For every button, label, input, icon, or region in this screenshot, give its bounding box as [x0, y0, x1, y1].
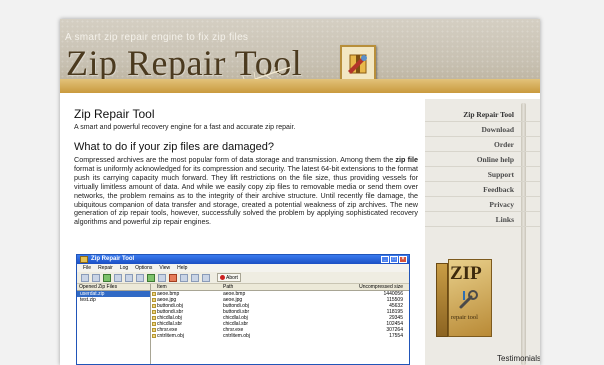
list-icon[interactable]: [125, 273, 133, 282]
cell-item-text: cntrlitem.obj: [157, 333, 184, 339]
product-box-side: [436, 263, 448, 337]
product-box-subtitle: repair tool: [451, 314, 478, 321]
nav-support[interactable]: Support: [425, 167, 540, 182]
file-icon: [152, 316, 156, 320]
opened-file-item[interactable]: test.zip: [77, 297, 150, 303]
app-screenshot-window: Zip Repair Tool _ □ × File Repair Log Op…: [76, 254, 410, 365]
abort-button[interactable]: Abort: [217, 273, 241, 282]
file-icon: [152, 298, 156, 302]
save-icon[interactable]: [92, 273, 100, 282]
abort-icon: [220, 275, 225, 280]
minimize-icon[interactable]: _: [381, 256, 389, 263]
file-icon: [152, 292, 156, 296]
menu-options[interactable]: Options: [135, 264, 152, 272]
add-icon[interactable]: [103, 273, 111, 282]
details-icon[interactable]: [136, 273, 144, 282]
section-heading: What to do if your zip files are damaged…: [74, 141, 274, 153]
menu-help[interactable]: Help: [177, 264, 187, 272]
page-heading: Zip Repair Tool: [74, 107, 155, 121]
opened-files-list: userdat.zip test.zip: [77, 291, 150, 303]
archive-contents-table: Item Path Uncompressed size aeoe.bmp aeoe…: [151, 284, 409, 364]
table-row[interactable]: cntrlitem.obj cntrlitem.obj 17554: [151, 333, 409, 339]
menu-view[interactable]: View: [159, 264, 170, 272]
nav-zip-repair-tool[interactable]: Zip Repair Tool: [425, 107, 540, 122]
body-paragraph: Compressed archives are the most popular…: [74, 155, 418, 227]
opened-files-header: Opened Zip Files: [77, 284, 150, 291]
paragraph-bold-term: zip file: [395, 155, 418, 164]
opened-files-panel: Opened Zip Files userdat.zip test.zip: [77, 284, 151, 364]
cell-item: cntrlitem.obj: [151, 333, 221, 339]
web-page: A smart zip repair engine to fix zip fil…: [60, 19, 540, 365]
sidebar-nav: Zip Repair Tool Download Order Online he…: [425, 99, 540, 227]
file-icon: [152, 310, 156, 314]
menu-file[interactable]: File: [83, 264, 91, 272]
column-header-size[interactable]: Uncompressed size: [291, 284, 409, 290]
properties-icon[interactable]: [114, 273, 122, 282]
wrench-icon: [459, 290, 478, 309]
nav-online-help[interactable]: Online help: [425, 152, 540, 167]
abort-label: Abort: [226, 274, 238, 281]
nav-order[interactable]: Order: [425, 137, 540, 152]
app-icon: [80, 256, 88, 263]
nav-links[interactable]: Links: [425, 212, 540, 227]
repair-icon[interactable]: [147, 273, 155, 282]
nav-download[interactable]: Download: [425, 122, 540, 137]
file-icon: [152, 328, 156, 332]
refresh-icon[interactable]: [158, 273, 166, 282]
app-logo-icon[interactable]: [340, 45, 376, 81]
stop-icon[interactable]: [169, 273, 177, 282]
nav-privacy[interactable]: Privacy: [425, 197, 540, 212]
window-body: Opened Zip Files userdat.zip test.zip Ite…: [77, 284, 409, 364]
header-accent-bar: [60, 79, 540, 93]
column-header-path[interactable]: Path: [221, 284, 291, 290]
product-box-image[interactable]: ZIP repair tool: [436, 259, 492, 337]
window-titlebar: Zip Repair Tool _ □ ×: [77, 255, 409, 264]
table-header-row: Item Path Uncompressed size: [151, 284, 409, 291]
page-tagline: A smart and powerful recovery engine for…: [74, 124, 296, 131]
cell-path: cntrlitem.obj: [223, 333, 250, 339]
close-icon[interactable]: ×: [399, 256, 407, 263]
window-menubar: File Repair Log Options View Help: [77, 264, 409, 272]
window-title: Zip Repair Tool: [91, 256, 135, 262]
help-icon[interactable]: [202, 273, 210, 282]
file-icon: [152, 304, 156, 308]
nav-feedback[interactable]: Feedback: [425, 182, 540, 197]
main-content: Zip Repair Tool A smart and powerful rec…: [66, 99, 418, 365]
file-icon: [152, 334, 156, 338]
column-header-item[interactable]: Item: [151, 284, 221, 290]
testimonials-link[interactable]: Testimonials: [497, 354, 540, 363]
settings-icon[interactable]: [180, 273, 188, 282]
maximize-icon[interactable]: □: [390, 256, 398, 263]
file-icon: [152, 322, 156, 326]
paragraph-text-start: Compressed archives are the most popular…: [74, 155, 396, 164]
sidebar: Zip Repair Tool Download Order Online he…: [425, 99, 540, 365]
paragraph-text-end: format is uniformly acknowledged for its…: [74, 163, 418, 227]
menu-repair[interactable]: Repair: [98, 264, 113, 272]
site-header: A smart zip repair engine to fix zip fil…: [60, 19, 540, 93]
open-folder-icon[interactable]: [81, 273, 89, 282]
log-icon[interactable]: [191, 273, 199, 282]
product-box-title: ZIP: [450, 263, 482, 284]
cell-size: 17554: [389, 333, 403, 339]
window-toolbar: Abort: [77, 272, 409, 284]
table-rows: aeoe.bmp aeoe.bmp 1440056 aeoe.jpg aeoe.jpg 1…: [151, 291, 409, 339]
window-controls: _ □ ×: [381, 256, 407, 263]
menu-log[interactable]: Log: [120, 264, 128, 272]
